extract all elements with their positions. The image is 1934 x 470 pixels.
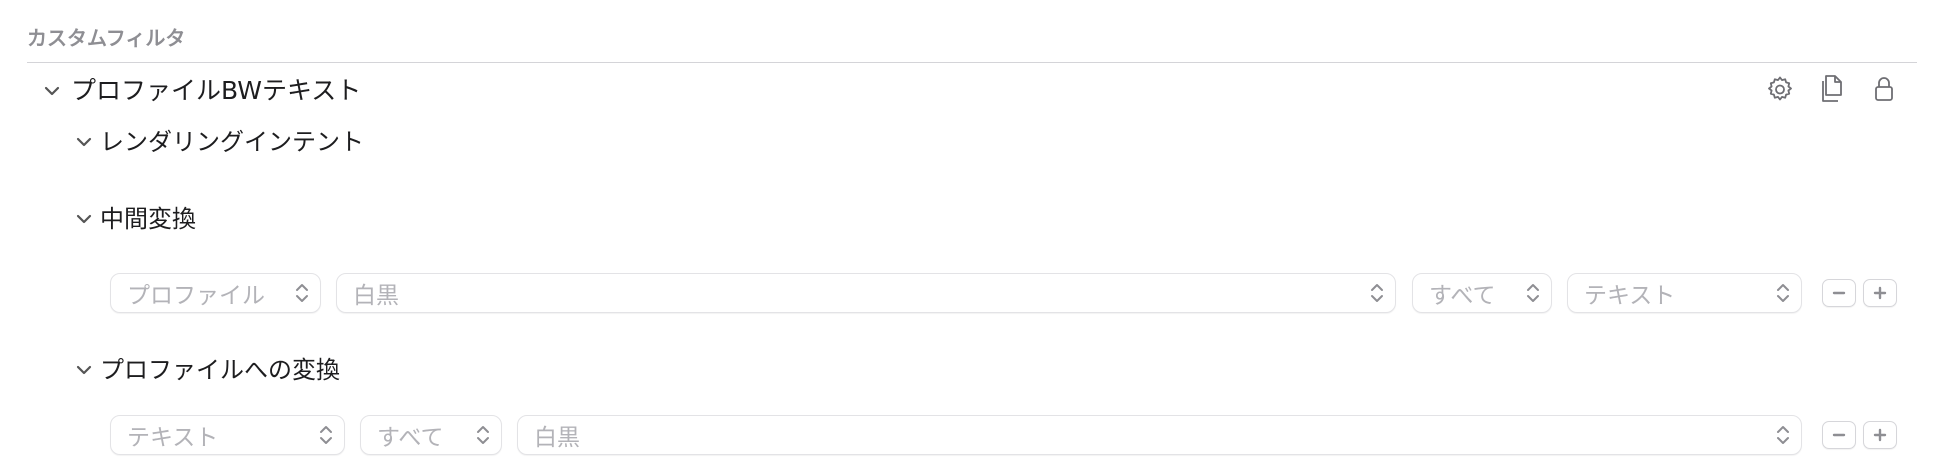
intermediate-scope-value: すべて <box>1429 283 1496 309</box>
gear-icon[interactable] <box>1762 71 1798 107</box>
to-profile-add-button[interactable] <box>1863 421 1897 449</box>
to-profile-profile-popup[interactable]: 白黒 <box>517 415 1802 455</box>
intermediate-label[interactable]: 中間変換 <box>100 202 196 236</box>
intermediate-type-popup[interactable]: プロファイル <box>110 273 321 313</box>
updown-arrows-icon <box>1765 424 1801 446</box>
to-profile-scope-popup[interactable]: すべて <box>360 415 502 455</box>
updown-arrows-icon <box>308 424 344 446</box>
intermediate-chevron-icon[interactable] <box>75 210 93 228</box>
copy-document-icon[interactable] <box>1814 71 1850 107</box>
plus-icon <box>1873 286 1887 300</box>
intermediate-target-popup[interactable]: テキスト <box>1567 273 1802 313</box>
updown-arrows-icon <box>1359 282 1395 304</box>
profile-disclosure-chevron-icon[interactable] <box>43 82 61 100</box>
to-profile-label[interactable]: プロファイルへの変換 <box>100 353 340 387</box>
plus-icon <box>1873 428 1887 442</box>
to-profile-chevron-icon[interactable] <box>75 361 93 379</box>
updown-arrows-icon <box>1515 282 1551 304</box>
intermediate-target-value: テキスト <box>1584 283 1676 309</box>
to-profile-remove-button[interactable] <box>1822 421 1856 449</box>
lock-icon[interactable] <box>1866 71 1902 107</box>
section-divider <box>27 62 1917 63</box>
rendering-intent-label[interactable]: レンダリングインテント <box>100 125 364 159</box>
rendering-intent-chevron-icon[interactable] <box>75 133 93 151</box>
updown-arrows-icon <box>1765 282 1801 304</box>
updown-arrows-icon <box>465 424 501 446</box>
to-profile-profile-value: 白黒 <box>534 425 580 451</box>
updown-arrows-icon <box>284 282 320 304</box>
intermediate-profile-value: 白黒 <box>353 283 399 309</box>
intermediate-profile-popup[interactable]: 白黒 <box>336 273 1396 313</box>
profile-name[interactable]: プロファイルBWテキスト <box>71 74 361 108</box>
intermediate-scope-popup[interactable]: すべて <box>1412 273 1552 313</box>
to-profile-target-popup[interactable]: テキスト <box>110 415 345 455</box>
to-profile-scope-value: すべて <box>377 425 444 451</box>
section-title: カスタムフィルタ <box>27 26 186 50</box>
intermediate-add-button[interactable] <box>1863 279 1897 307</box>
minus-icon <box>1832 433 1846 437</box>
intermediate-type-value: プロファイル <box>127 283 265 309</box>
to-profile-target-value: テキスト <box>127 425 219 451</box>
intermediate-remove-button[interactable] <box>1822 279 1856 307</box>
minus-icon <box>1832 291 1846 295</box>
